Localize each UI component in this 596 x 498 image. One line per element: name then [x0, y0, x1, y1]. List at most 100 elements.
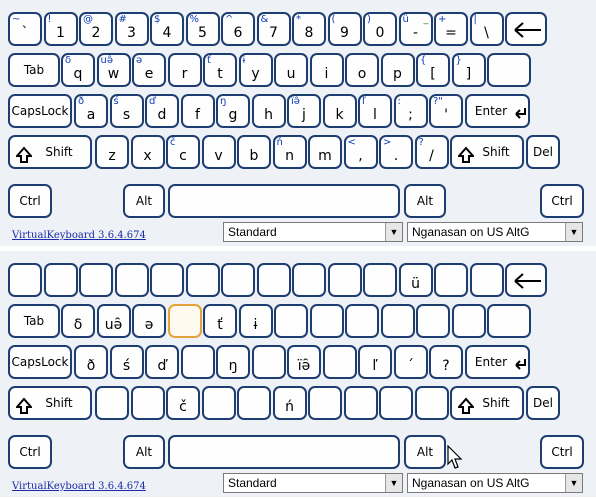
key[interactable]: [451, 304, 486, 338]
key[interactable]: ' ?": [429, 94, 463, 128]
key[interactable]: b: [237, 135, 271, 169]
chevron-down-icon[interactable]: ▼: [385, 474, 402, 492]
key[interactable]: r: [167, 53, 202, 87]
space-bar[interactable]: [168, 435, 400, 469]
key[interactable]: [292, 263, 326, 297]
key[interactable]: i: [309, 53, 344, 87]
key[interactable]: ð: [74, 345, 108, 379]
key[interactable]: [221, 263, 255, 297]
key[interactable]: m: [308, 135, 342, 169]
key[interactable]: 0): [363, 12, 397, 46]
key[interactable]: ;:: [393, 94, 428, 128]
key[interactable]: cč: [166, 135, 200, 169]
key[interactable]: ť: [203, 304, 237, 338]
delete-key[interactable]: Del: [526, 135, 560, 169]
key[interactable]: [416, 304, 450, 338]
key[interactable]: [380, 304, 415, 338]
tab-key[interactable]: Tab: [8, 304, 60, 338]
key[interactable]: [363, 263, 397, 297]
key[interactable]: sś: [109, 94, 144, 128]
key[interactable]: [434, 263, 468, 297]
key[interactable]: [327, 263, 362, 297]
key[interactable]: [309, 304, 344, 338]
key[interactable]: x: [130, 135, 165, 169]
key[interactable]: v: [201, 135, 236, 169]
enter-key-upper[interactable]: [487, 53, 531, 87]
key[interactable]: að: [74, 94, 108, 128]
key[interactable]: [469, 263, 504, 297]
key[interactable]: ń: [272, 386, 307, 420]
tab-key[interactable]: Tab: [8, 53, 60, 87]
key[interactable]: [130, 386, 165, 420]
key[interactable]: [379, 386, 413, 420]
shift-left-key[interactable]: Shift: [8, 386, 92, 420]
key[interactable]: [343, 386, 378, 420]
ctrl-left-key[interactable]: Ctrl: [8, 435, 52, 469]
key[interactable]: [79, 263, 113, 297]
alt-left-key[interactable]: Alt: [123, 184, 165, 218]
key[interactable]: [256, 263, 291, 297]
key[interactable]: č: [166, 386, 200, 420]
key[interactable]: [95, 386, 129, 420]
version-link[interactable]: VirtualKeyboard 3.6.4.674: [12, 230, 146, 241]
enter-key-upper[interactable]: [487, 304, 531, 338]
language-select[interactable]: Nganasan on US AltG ▼: [407, 222, 583, 242]
key[interactable]: yɨ: [238, 53, 273, 87]
version-link[interactable]: VirtualKeyboard 3.6.4.674: [12, 481, 146, 492]
key[interactable]: dď: [145, 94, 179, 128]
key[interactable]: 4 $: [150, 12, 184, 46]
enter-key[interactable]: Enter: [464, 94, 530, 128]
chevron-down-icon[interactable]: ▼: [385, 223, 402, 241]
key[interactable]: h: [251, 94, 286, 128]
key[interactable]: δ: [61, 304, 95, 338]
key[interactable]: \ |: [469, 12, 504, 46]
key[interactable]: [237, 386, 271, 420]
alt-right-key[interactable]: Alt: [404, 435, 446, 469]
backspace-key[interactable]: [505, 263, 547, 297]
key[interactable]: [150, 263, 184, 297]
key[interactable]: ` ~: [8, 12, 42, 46]
key[interactable]: ´: [393, 345, 428, 379]
key[interactable]: , <: [343, 135, 378, 169]
key[interactable]: [308, 386, 342, 420]
ctrl-right-key[interactable]: Ctrl: [540, 435, 584, 469]
enter-key[interactable]: Enter: [464, 345, 530, 379]
key[interactable]: ïə̑: [287, 345, 321, 379]
key[interactable]: = +: [434, 12, 468, 46]
shift-left-key[interactable]: Shift: [8, 135, 92, 169]
chevron-down-icon[interactable]: ▼: [565, 223, 582, 241]
key[interactable]: [251, 345, 286, 379]
key[interactable]: u: [274, 53, 308, 87]
capslock-key[interactable]: CapsLock: [8, 345, 72, 379]
key[interactable]: ə: [132, 304, 166, 338]
key[interactable]: [345, 304, 379, 338]
space-bar[interactable]: [168, 184, 400, 218]
key[interactable]: f: [180, 94, 215, 128]
key[interactable]: 3 #: [114, 12, 149, 46]
key[interactable]: w uə̑: [96, 53, 131, 87]
key[interactable]: ľ: [358, 345, 392, 379]
key[interactable]: o: [345, 53, 379, 87]
layout-select[interactable]: Standard ▼: [223, 473, 403, 493]
key[interactable]: [201, 386, 236, 420]
key[interactable]: ś: [109, 345, 144, 379]
key[interactable]: qδ: [61, 53, 95, 87]
capslock-key[interactable]: CapsLock: [8, 94, 72, 128]
key[interactable]: uə̑: [96, 304, 131, 338]
ctrl-left-key[interactable]: Ctrl: [8, 184, 52, 218]
key[interactable]: [43, 263, 78, 297]
language-select[interactable]: Nganasan on US AltG ▼: [407, 473, 583, 493]
key[interactable]: [185, 263, 220, 297]
chevron-down-icon[interactable]: ▼: [565, 474, 582, 492]
shift-right-key[interactable]: Shift: [450, 386, 524, 420]
key[interactable]: [{: [416, 53, 450, 87]
key[interactable]: [414, 386, 449, 420]
key[interactable]: ɨ: [238, 304, 273, 338]
key[interactable]: p: [380, 53, 415, 87]
key[interactable]: ď: [145, 345, 179, 379]
key[interactable]: /?: [414, 135, 449, 169]
key[interactable]: [167, 304, 202, 338]
key[interactable]: eə: [132, 53, 166, 87]
ctrl-right-key[interactable]: Ctrl: [540, 184, 584, 218]
key[interactable]: [322, 345, 357, 379]
